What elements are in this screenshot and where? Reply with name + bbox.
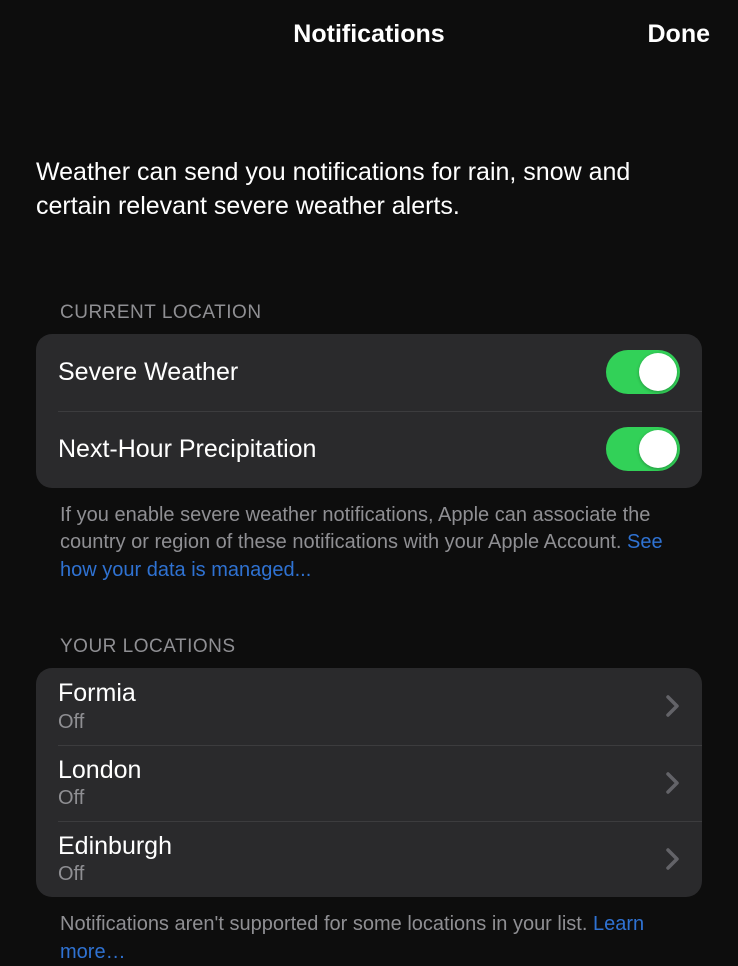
navbar: Notifications Done <box>0 0 738 68</box>
toggle-next-hour-precipitation[interactable] <box>606 427 680 471</box>
location-name: Formia <box>58 678 660 709</box>
chevron-right-icon <box>666 772 680 794</box>
location-status: Off <box>58 862 660 887</box>
toggle-knob <box>639 430 677 468</box>
location-name: London <box>58 755 660 786</box>
section-current-location: CURRENT LOCATION Severe Weather Next-Hou… <box>0 224 738 585</box>
location-text: Formia Off <box>58 678 660 734</box>
footer-current-location: If you enable severe weather notificatio… <box>36 488 702 585</box>
toggle-knob <box>639 353 677 391</box>
location-row-formia[interactable]: Formia Off <box>36 668 702 744</box>
group-current-location: Severe Weather Next-Hour Precipitation <box>36 334 702 488</box>
group-your-locations: Formia Off London Off Edinburgh Off <box>36 668 702 897</box>
row-label: Next-Hour Precipitation <box>58 435 606 464</box>
row-next-hour-precipitation: Next-Hour Precipitation <box>36 411 702 488</box>
chevron-right-icon <box>666 848 680 870</box>
section-header-your-locations: YOUR LOCATIONS <box>36 636 702 668</box>
section-header-current-location: CURRENT LOCATION <box>36 302 702 334</box>
footer-text: Notifications aren't supported for some … <box>60 913 593 935</box>
location-status: Off <box>58 710 660 735</box>
chevron-right-icon <box>666 695 680 717</box>
location-row-edinburgh[interactable]: Edinburgh Off <box>36 821 702 897</box>
section-your-locations: YOUR LOCATIONS Formia Off London Off Edi… <box>0 584 738 966</box>
footer-your-locations: Notifications aren't supported for some … <box>36 897 702 966</box>
row-severe-weather: Severe Weather <box>36 334 702 411</box>
location-text: Edinburgh Off <box>58 831 660 887</box>
location-row-london[interactable]: London Off <box>36 745 702 821</box>
row-label: Severe Weather <box>58 358 606 387</box>
footer-text: If you enable severe weather notificatio… <box>60 504 650 554</box>
page-title: Notifications <box>293 20 444 49</box>
location-name: Edinburgh <box>58 831 660 862</box>
location-status: Off <box>58 786 660 811</box>
done-button[interactable]: Done <box>648 20 711 49</box>
location-text: London Off <box>58 755 660 811</box>
page-description: Weather can send you notifications for r… <box>0 68 738 224</box>
toggle-severe-weather[interactable] <box>606 350 680 394</box>
